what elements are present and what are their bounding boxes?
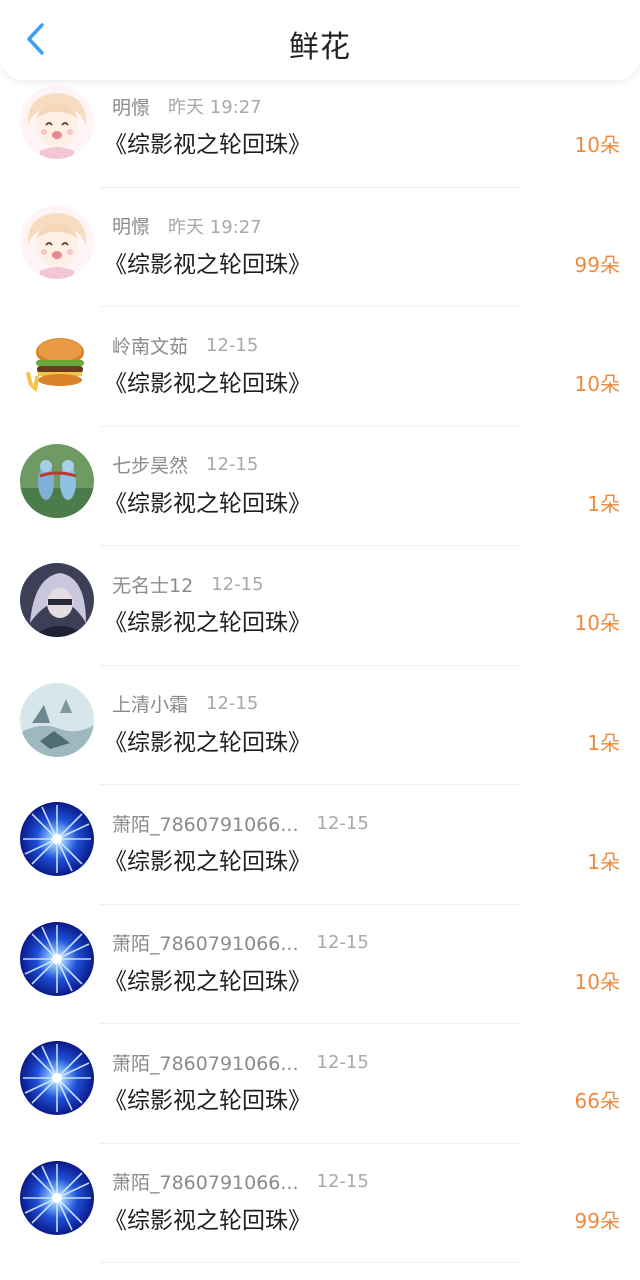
list-item[interactable]: 萧陌_7860791066... 12-15 《综影视之轮回珠》 1朵 [0,802,640,922]
flower-count: 10朵 [575,607,620,636]
avatar[interactable] [20,85,94,159]
book-title: 《综影视之轮回珠》 [104,603,311,637]
avatar[interactable] [20,802,94,876]
user-name[interactable]: 萧陌_7860791066... [112,1049,299,1076]
user-name[interactable]: 岭南文茹 [112,332,188,359]
divider [100,545,520,546]
book-title: 《综影视之轮回珠》 [104,723,311,757]
timestamp: 12-15 [317,813,369,834]
avatar[interactable] [20,324,94,398]
timestamp: 12-15 [206,454,258,475]
flower-count: 10朵 [575,966,620,995]
flower-count: 99朵 [575,249,620,278]
divider [100,306,520,307]
list-item[interactable]: 明憬昨天 19:27 《综影视之轮回珠》 99朵 [0,205,640,325]
list-item[interactable]: 无名士12 12-15 《综影视之轮回珠》 10朵 [0,563,640,683]
list-item[interactable]: 七步昊然 12-15 《综影视之轮回珠》 1朵 [0,444,640,564]
book-title: 《综影视之轮回珠》 [104,364,311,398]
list-item[interactable]: 萧陌_7860791066... 12-15 《综影视之轮回珠》 99朵 [0,1161,640,1280]
list-item[interactable]: 萧陌_7860791066... 12-15 《综影视之轮回珠》 10朵 [0,922,640,1042]
user-name[interactable]: 萧陌_7860791066... [112,810,299,837]
avatar[interactable] [20,922,94,996]
user-name[interactable]: 萧陌_7860791066... [112,1168,299,1195]
flower-count: 1朵 [587,488,620,517]
divider [100,426,520,427]
flower-count: 10朵 [575,368,620,397]
divider [100,904,520,905]
timestamp: 12-15 [317,1052,369,1073]
timestamp: 昨天 19:27 [168,213,262,239]
list-item[interactable]: 明憬昨天 19:27 《综影视之轮回珠》 10朵 [0,85,640,205]
divider [100,1023,520,1024]
timestamp: 12-15 [317,1171,369,1192]
flower-count: 10朵 [575,129,620,158]
avatar[interactable] [20,1041,94,1115]
book-title: 《综影视之轮回珠》 [104,1201,311,1235]
timestamp: 12-15 [317,932,369,953]
page-title: 鲜花 [0,22,640,66]
user-name[interactable]: 七步昊然 [112,451,188,478]
user-name[interactable]: 萧陌_7860791066... [112,929,299,956]
divider [100,665,520,666]
user-name[interactable]: 明憬 [112,212,150,239]
header-bar: 鲜花 [0,0,640,80]
user-name[interactable]: 无名士12 [112,571,193,598]
book-title: 《综影视之轮回珠》 [104,125,311,159]
avatar[interactable] [20,563,94,637]
book-title: 《综影视之轮回珠》 [104,842,311,876]
divider [100,187,520,188]
timestamp: 12-15 [211,574,263,595]
list-item[interactable]: 岭南文茹 12-15 《综影视之轮回珠》 10朵 [0,324,640,444]
list-item[interactable]: 上清小霜 12-15 《综影视之轮回珠》 1朵 [0,683,640,803]
user-name[interactable]: 上清小霜 [112,690,188,717]
divider [100,784,520,785]
flower-count: 1朵 [587,846,620,875]
flower-record-list: 明憬昨天 19:27 《综影视之轮回珠》 10朵 明憬昨天 19:27 《综影视… [0,85,640,1280]
flower-count: 99朵 [575,1205,620,1234]
book-title: 《综影视之轮回珠》 [104,484,311,518]
book-title: 《综影视之轮回珠》 [104,1081,311,1115]
timestamp: 昨天 19:27 [168,93,262,119]
avatar[interactable] [20,683,94,757]
timestamp: 12-15 [206,693,258,714]
divider [100,1262,520,1263]
divider [100,1143,520,1144]
book-title: 《综影视之轮回珠》 [104,962,311,996]
avatar[interactable] [20,444,94,518]
flower-count: 66朵 [575,1085,620,1114]
flower-count: 1朵 [587,727,620,756]
list-item[interactable]: 萧陌_7860791066... 12-15 《综影视之轮回珠》 66朵 [0,1041,640,1161]
avatar[interactable] [20,205,94,279]
timestamp: 12-15 [206,335,258,356]
user-name[interactable]: 明憬 [112,93,150,120]
avatar[interactable] [20,1161,94,1235]
book-title: 《综影视之轮回珠》 [104,245,311,279]
